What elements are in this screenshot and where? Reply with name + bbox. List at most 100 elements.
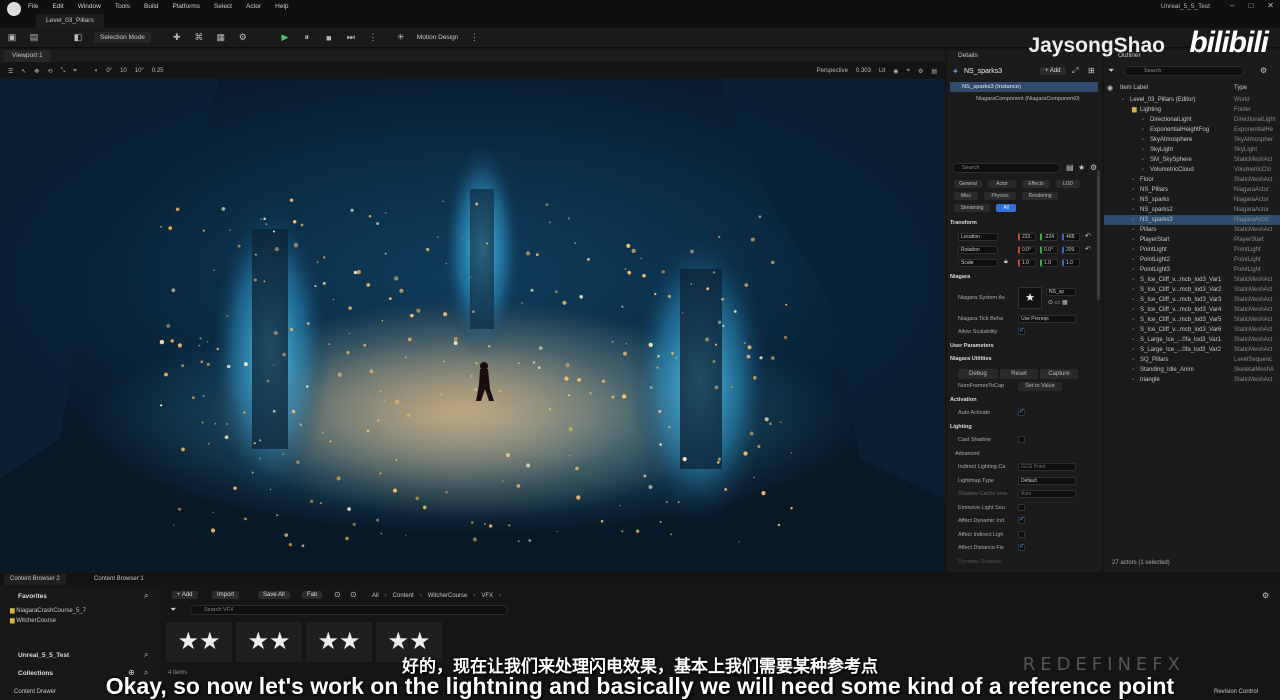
cinematics-icon[interactable]: ▦	[215, 32, 227, 44]
viewport-menu-icon[interactable]: ☰	[8, 68, 13, 75]
filter-misc[interactable]: Misc	[954, 192, 978, 200]
advanced-header[interactable]: Advanced	[955, 451, 979, 457]
more-icon-2[interactable]: ⋮	[468, 32, 480, 44]
settings-icon[interactable]: ⚙	[918, 68, 923, 75]
menu-edit[interactable]: Edit	[52, 3, 63, 10]
rotation-z[interactable]: 209.	[1062, 246, 1080, 254]
grid-snap-value[interactable]: 0°	[106, 68, 112, 74]
cb-save-all-button[interactable]: Save All	[258, 591, 290, 599]
browse-icon[interactable]: ▤	[28, 32, 40, 44]
outliner-filter-icon[interactable]: ⏷	[1108, 66, 1114, 76]
rotation-grid-value[interactable]: 10°	[135, 68, 144, 74]
rotation-y[interactable]: 0.0°	[1040, 246, 1058, 254]
menu-select[interactable]: Select	[214, 3, 232, 10]
selection-mode-dropdown[interactable]: Selection Mode	[94, 32, 151, 43]
niagara-system-asset-value[interactable]: NS_sp	[1046, 288, 1076, 296]
activation-header[interactable]: Activation	[950, 397, 977, 403]
location-z[interactable]: 468.	[1062, 233, 1080, 241]
unreal-logo-icon[interactable]	[7, 2, 21, 16]
history-back-icon[interactable]: ⊙	[334, 590, 341, 599]
cb-settings-icon[interactable]: ⚙	[1262, 591, 1269, 600]
location-dropdown[interactable]: Location	[958, 233, 998, 241]
reset-button[interactable]: Reset	[1000, 369, 1038, 379]
maximize-button[interactable]: □	[1248, 1, 1253, 10]
details-scrollbar[interactable]	[1097, 170, 1100, 300]
rotate-icon[interactable]: ⟲	[47, 68, 52, 75]
cb-tab-1[interactable]: Content Browser 1	[88, 574, 150, 585]
actor-name[interactable]: NS_sparks3	[964, 68, 1002, 75]
outliner-row[interactable]: ▆ Lighting Folder	[1104, 105, 1280, 115]
viewport-render[interactable]	[0, 79, 945, 572]
blueprint-icon-details[interactable]: ⤢	[1072, 66, 1078, 76]
save-icon[interactable]: ▣	[6, 32, 18, 44]
history-forward-icon[interactable]: ⊙	[350, 590, 357, 599]
pause-icon[interactable]: ⏸	[301, 32, 313, 44]
favorite-icon[interactable]: ★	[1078, 163, 1085, 172]
cb-search[interactable]	[190, 605, 508, 615]
set-to-value-button[interactable]: Set to Value	[1018, 382, 1062, 391]
outliner-row[interactable]: ◦ NS_sparks2 NiagaraActor	[1104, 205, 1280, 215]
scale-x[interactable]: 1.0	[1018, 259, 1036, 267]
menu-file[interactable]: File	[28, 3, 38, 10]
outliner-row[interactable]: ◦ NS_sparks NiagaraActor	[1104, 195, 1280, 205]
outliner-row[interactable]: ◦ S_Ice_Cliff_v...mcb_lod3_Var5 StaticMesh…	[1104, 315, 1280, 325]
crumb-all[interactable]: All	[372, 593, 379, 599]
outliner-row[interactable]: ◦ SkyAtmosphere SkyAtmospher	[1104, 135, 1280, 145]
scale-dropdown[interactable]: Scale	[958, 259, 998, 267]
indirect-lighting-value[interactable]: GCG Point	[1018, 463, 1076, 471]
platforms-icon[interactable]: ⚙	[237, 32, 249, 44]
outliner-row[interactable]: ◦ Pillars StaticMeshAct	[1104, 225, 1280, 235]
outliner-row[interactable]: ◦ NS_sparks3 NiagaraActor	[1104, 215, 1280, 225]
move-icon[interactable]: ✥	[34, 68, 39, 75]
add-component-button[interactable]: + Add	[1040, 67, 1066, 75]
transform-header[interactable]: Transform	[950, 220, 977, 226]
location-grid-value[interactable]: 10	[120, 68, 127, 74]
outliner-row[interactable]: ◦ SQ_Pillars LevelSequenc	[1104, 355, 1280, 365]
capture-button[interactable]: Capture	[1040, 369, 1078, 379]
outliner-row[interactable]: ◦ S_Ice_Cliff_v...mcb_lod3_Var1 StaticMesh…	[1104, 275, 1280, 285]
debug-button[interactable]: Debug	[958, 369, 998, 379]
affect-dynamic-checkbox[interactable]	[1018, 515, 1025, 524]
item-label-header[interactable]: Item Label	[1120, 85, 1148, 91]
outliner-row[interactable]: ◦ PointLight PointLight	[1104, 245, 1280, 255]
outliner-row[interactable]: ◦ NS_Pillars NiagaraActor	[1104, 185, 1280, 195]
filter-physics[interactable]: Physics	[984, 192, 1016, 200]
niagara-tick-value[interactable]: Use Prereqs	[1018, 315, 1076, 323]
show-icon[interactable]: ◉	[893, 68, 898, 75]
favorite-folder-1[interactable]: ▆ NiagaraCrashCourse_5_7	[10, 607, 86, 614]
surface-snap-icon[interactable]: ⌗	[73, 68, 76, 75]
type-header[interactable]: Type	[1234, 85, 1247, 91]
favorites-search-icon[interactable]: ⌕	[144, 591, 148, 601]
rotation-dropdown[interactable]: Rotation	[958, 246, 998, 254]
menu-tools[interactable]: Tools	[115, 3, 130, 10]
rotation-x[interactable]: 0.0°	[1018, 246, 1036, 254]
cb-tab-2[interactable]: Content Browser 2	[4, 574, 66, 585]
table-view-icon[interactable]: ▤	[1066, 163, 1074, 172]
scale-lock-icon[interactable]: 🔒︎	[1004, 258, 1008, 266]
user-parameters-header[interactable]: User Parameters	[950, 343, 994, 349]
viewport-tab[interactable]: Viewport 1	[4, 50, 51, 62]
scale-z[interactable]: 1.0	[1062, 259, 1080, 267]
cb-add-button[interactable]: + Add	[172, 591, 198, 599]
skip-icon[interactable]: ⏭	[345, 32, 357, 44]
menu-window[interactable]: Window	[78, 3, 101, 10]
outliner-row[interactable]: ◦ PointLight3 PointLight	[1104, 265, 1280, 275]
lightmap-type-value[interactable]: Default	[1018, 477, 1076, 485]
outliner-row[interactable]: ◦ S_Ice_Cliff_v...mcb_lod3_Var6 StaticMesh…	[1104, 325, 1280, 335]
cb-fab-button[interactable]: Fab	[302, 591, 323, 599]
scale-icon[interactable]: ⤡	[60, 68, 65, 75]
affect-indirect-checkbox[interactable]	[1018, 531, 1025, 538]
niagara-header[interactable]: Niagara	[950, 274, 970, 280]
location-y[interactable]: -224	[1040, 233, 1058, 241]
perspective-dropdown[interactable]: Perspective	[817, 68, 848, 74]
performance-icon[interactable]: ⌖	[907, 68, 910, 75]
reset-rotation-icon[interactable]: ↶	[1085, 245, 1091, 253]
location-x[interactable]: 222.	[1018, 233, 1036, 241]
menu-actor[interactable]: Actor	[246, 3, 261, 10]
crumb-witchercourse[interactable]: WitcherCourse	[428, 593, 468, 599]
shadow-cache-value[interactable]: Auto	[1018, 490, 1076, 498]
outliner-row[interactable]: ◦ Standing_Idle_Anim SkeletalMeshA	[1104, 365, 1280, 375]
outliner-row[interactable]: ◦ PointLight2 PointLight	[1104, 255, 1280, 265]
play-icon[interactable]: ▶	[279, 32, 291, 44]
scale-y[interactable]: 1.0	[1040, 259, 1058, 267]
